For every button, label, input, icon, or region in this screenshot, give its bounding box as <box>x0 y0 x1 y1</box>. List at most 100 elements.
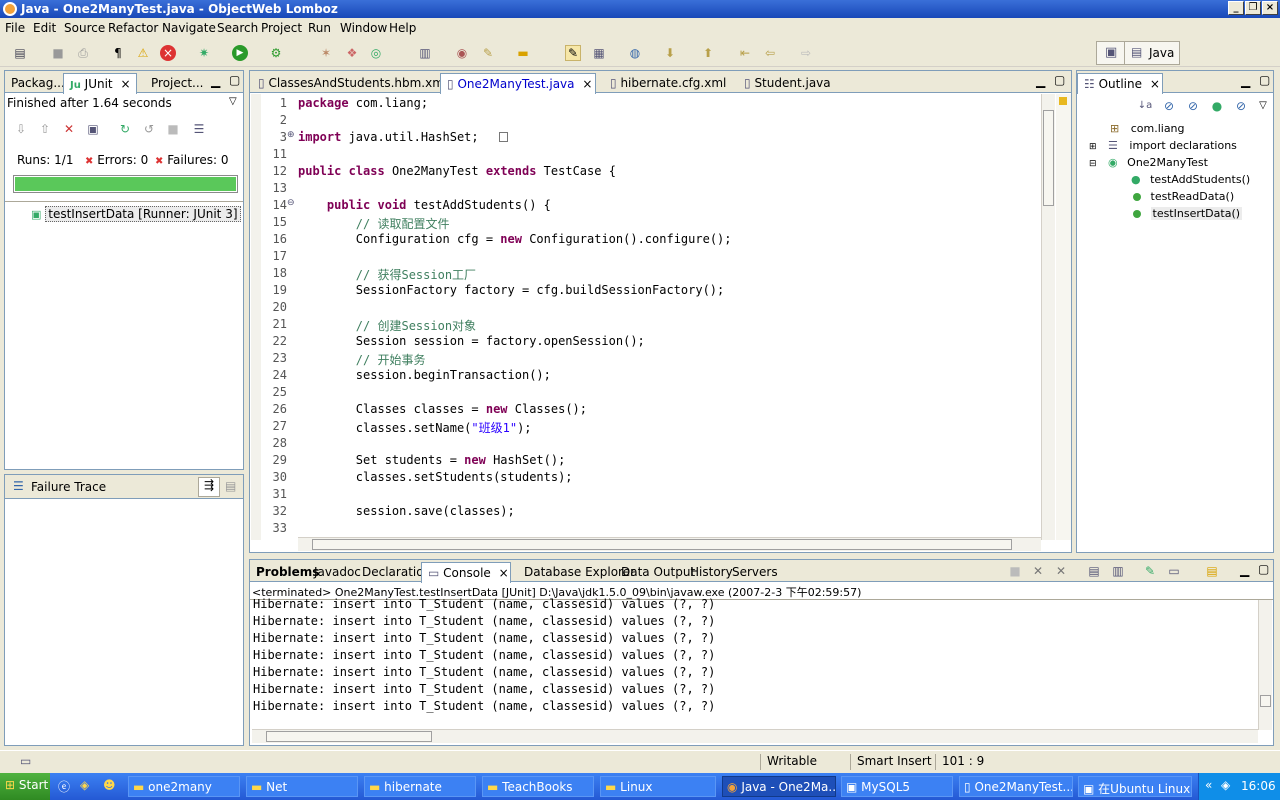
new-icon[interactable]: ▤ <box>12 45 28 61</box>
close-icon[interactable]: × <box>499 566 509 580</box>
outline-imports[interactable]: ⊞ ☰ import declarations <box>1089 139 1237 152</box>
editor-horizontal-scrollbar[interactable] <box>298 537 1041 551</box>
code-line[interactable]: classes.setStudents(students); <box>298 470 573 484</box>
hide-nonpublic-icon[interactable]: ● <box>1209 98 1225 114</box>
code-line[interactable]: session.save(classes); <box>298 504 515 518</box>
perspective-label[interactable]: Java <box>1149 46 1174 60</box>
task-linux[interactable]: ▬ Linux <box>600 776 716 797</box>
messenger-icon[interactable]: ☻ <box>103 778 116 792</box>
forward-icon[interactable]: ⇨ <box>798 45 814 61</box>
minimize-view-icon[interactable]: ▁ <box>211 74 220 88</box>
close-icon[interactable]: × <box>582 77 592 91</box>
minimize-view-icon[interactable]: ▁ <box>1240 563 1249 577</box>
db-icon[interactable]: ◉ <box>454 45 470 61</box>
filter-stack-icon[interactable]: ⇶ <box>198 477 220 497</box>
scroll-lock-icon[interactable]: ▣ <box>85 121 101 137</box>
console-hscroll-thumb[interactable] <box>266 731 432 742</box>
code-line[interactable]: Session session = factory.openSession(); <box>298 334 645 348</box>
prev-annotation-icon[interactable]: ⬆ <box>700 45 716 61</box>
tab-hibernate-cfg[interactable]: ▯ hibernate.cfg.xml <box>604 73 732 93</box>
wand-icon[interactable]: ✎ <box>480 45 496 61</box>
maximize-view-icon[interactable]: ▢ <box>1054 73 1065 87</box>
clear-console-icon[interactable]: ▤ <box>1086 563 1102 579</box>
ie-icon[interactable]: ⓔ <box>58 778 70 795</box>
open-type-icon[interactable]: ▥ <box>417 45 433 61</box>
menu-run[interactable]: Run <box>308 21 331 35</box>
expand-fold-icon[interactable]: ⊕ <box>287 130 295 140</box>
tab-classes-hbm[interactable]: ▯ ClassesAndStudents.hbm.xml <box>252 73 453 93</box>
outline-method-testreaddata[interactable]: testReadData() <box>1133 190 1234 203</box>
task-teachbooks[interactable]: ▬ TeachBooks <box>482 776 594 797</box>
tab-servers[interactable]: Servers <box>726 562 784 582</box>
task-java-eclipse[interactable]: ◉ Java - One2Ma... <box>722 776 836 797</box>
new-class-icon[interactable]: ✶ <box>318 45 334 61</box>
save-icon[interactable]: ■ <box>50 45 66 61</box>
compare-icon[interactable]: ▤ <box>225 479 236 493</box>
mark-occurrences-icon[interactable]: ✎ <box>565 45 581 61</box>
perspective-switcher[interactable]: ▣ ▤ Java <box>1096 41 1180 65</box>
warning-icon[interactable]: ⚠ <box>135 45 151 61</box>
code-line[interactable]: Set students = new HashSet(); <box>298 453 566 467</box>
tab-console[interactable]: ▭ Console × <box>421 562 511 583</box>
code-line[interactable]: public void testAddStudents() { <box>298 198 551 212</box>
console-scroll-thumb[interactable] <box>1260 695 1271 707</box>
editor-vertical-scrollbar[interactable] <box>1041 94 1055 540</box>
collapse-fold-icon[interactable]: ⊖ <box>287 198 295 208</box>
minimize-view-icon[interactable]: ▁ <box>1241 74 1250 88</box>
test-tree-item[interactable]: ▣ testInsertData [Runner: JUnit 3] <box>31 206 241 222</box>
expand-icon[interactable]: ⊞ <box>1089 142 1097 152</box>
tab-project[interactable]: Project... <box>145 73 210 93</box>
tab-outline[interactable]: ☷ Outline × <box>1077 73 1163 94</box>
task-ubuntu-linux[interactable]: ▣ 在Ubuntu Linux... <box>1078 776 1192 797</box>
maximize-view-icon[interactable]: ▢ <box>229 73 240 87</box>
open-folder-icon[interactable]: ▬ <box>515 45 531 61</box>
code-line[interactable]: import java.util.HashSet; <box>298 130 479 144</box>
code-line[interactable]: // 读取配置文件 <box>298 215 450 232</box>
hide-static-icon[interactable]: ⊘ <box>1185 98 1201 114</box>
menu-refactor[interactable]: Refactor <box>108 21 158 35</box>
pilcrow-icon[interactable]: ¶ <box>110 45 126 61</box>
menu-file[interactable]: File <box>5 21 25 35</box>
prev-failure-icon[interactable]: ⇧ <box>37 121 53 137</box>
remove-all-icon[interactable]: ✕ <box>1053 563 1069 579</box>
hide-local-types-icon[interactable]: ⊘ <box>1233 98 1249 114</box>
remove-launch-icon[interactable]: ✕ <box>1030 563 1046 579</box>
menu-project[interactable]: Project <box>261 21 302 35</box>
close-icon[interactable]: × <box>120 77 130 91</box>
new-server-icon[interactable]: ◎ <box>368 45 384 61</box>
terminate-icon[interactable]: ■ <box>1007 563 1023 579</box>
menu-search[interactable]: Search <box>217 21 258 35</box>
code-line[interactable]: Configuration cfg = new Configuration().… <box>298 232 732 246</box>
restore-button[interactable]: ❐ <box>1245 1 1261 15</box>
open-console-icon[interactable]: ▤ <box>1204 563 1220 579</box>
history-icon[interactable]: ☰ <box>191 121 207 137</box>
block-select-icon[interactable]: ▦ <box>591 45 607 61</box>
tab-junit[interactable]: Ju JUnit × <box>63 73 137 94</box>
rerun-failed-icon[interactable]: ↺ <box>141 121 157 137</box>
console-horizontal-scrollbar[interactable] <box>252 729 1258 743</box>
display-console-icon[interactable]: ▭ <box>1166 563 1182 579</box>
next-failure-icon[interactable]: ⇩ <box>13 121 29 137</box>
editor-scroll-thumb[interactable] <box>1043 110 1054 206</box>
tab-one2manytest[interactable]: ▯ One2ManyTest.java × <box>440 73 596 94</box>
stop-icon[interactable]: ■ <box>165 121 181 137</box>
outline-class[interactable]: ⊟ ◉ One2ManyTest <box>1089 156 1208 169</box>
external-tools-icon[interactable]: ⚙ <box>268 45 284 61</box>
menu-edit[interactable]: Edit <box>33 21 56 35</box>
tab-student-java[interactable]: ▯ Student.java <box>738 73 837 93</box>
run-icon[interactable]: ▶ <box>232 45 248 61</box>
code-line[interactable]: classes.setName("班级1"); <box>298 419 532 436</box>
outline-package[interactable]: ⊞ com.liang <box>1110 122 1185 135</box>
task-mysql5[interactable]: ▣ MySQL5 <box>841 776 953 797</box>
tab-package-explorer[interactable]: Packag... <box>5 73 71 93</box>
task-net[interactable]: ▬ Net <box>246 776 358 797</box>
code-line[interactable]: package com.liang; <box>298 96 428 110</box>
start-button[interactable]: ⊞ Start <box>0 773 50 800</box>
collapse-icon[interactable]: ⊟ <box>1089 159 1097 169</box>
tray-app-icon[interactable]: ◈ <box>1221 778 1230 792</box>
hide-fields-icon[interactable]: ⊘ <box>1161 98 1177 114</box>
code-line[interactable]: public class One2ManyTest extends TestCa… <box>298 164 616 178</box>
folded-region-box-icon[interactable] <box>499 132 508 142</box>
menu-navigate[interactable]: Navigate <box>162 21 216 35</box>
code-line[interactable]: // 创建Session对象 <box>298 317 476 334</box>
